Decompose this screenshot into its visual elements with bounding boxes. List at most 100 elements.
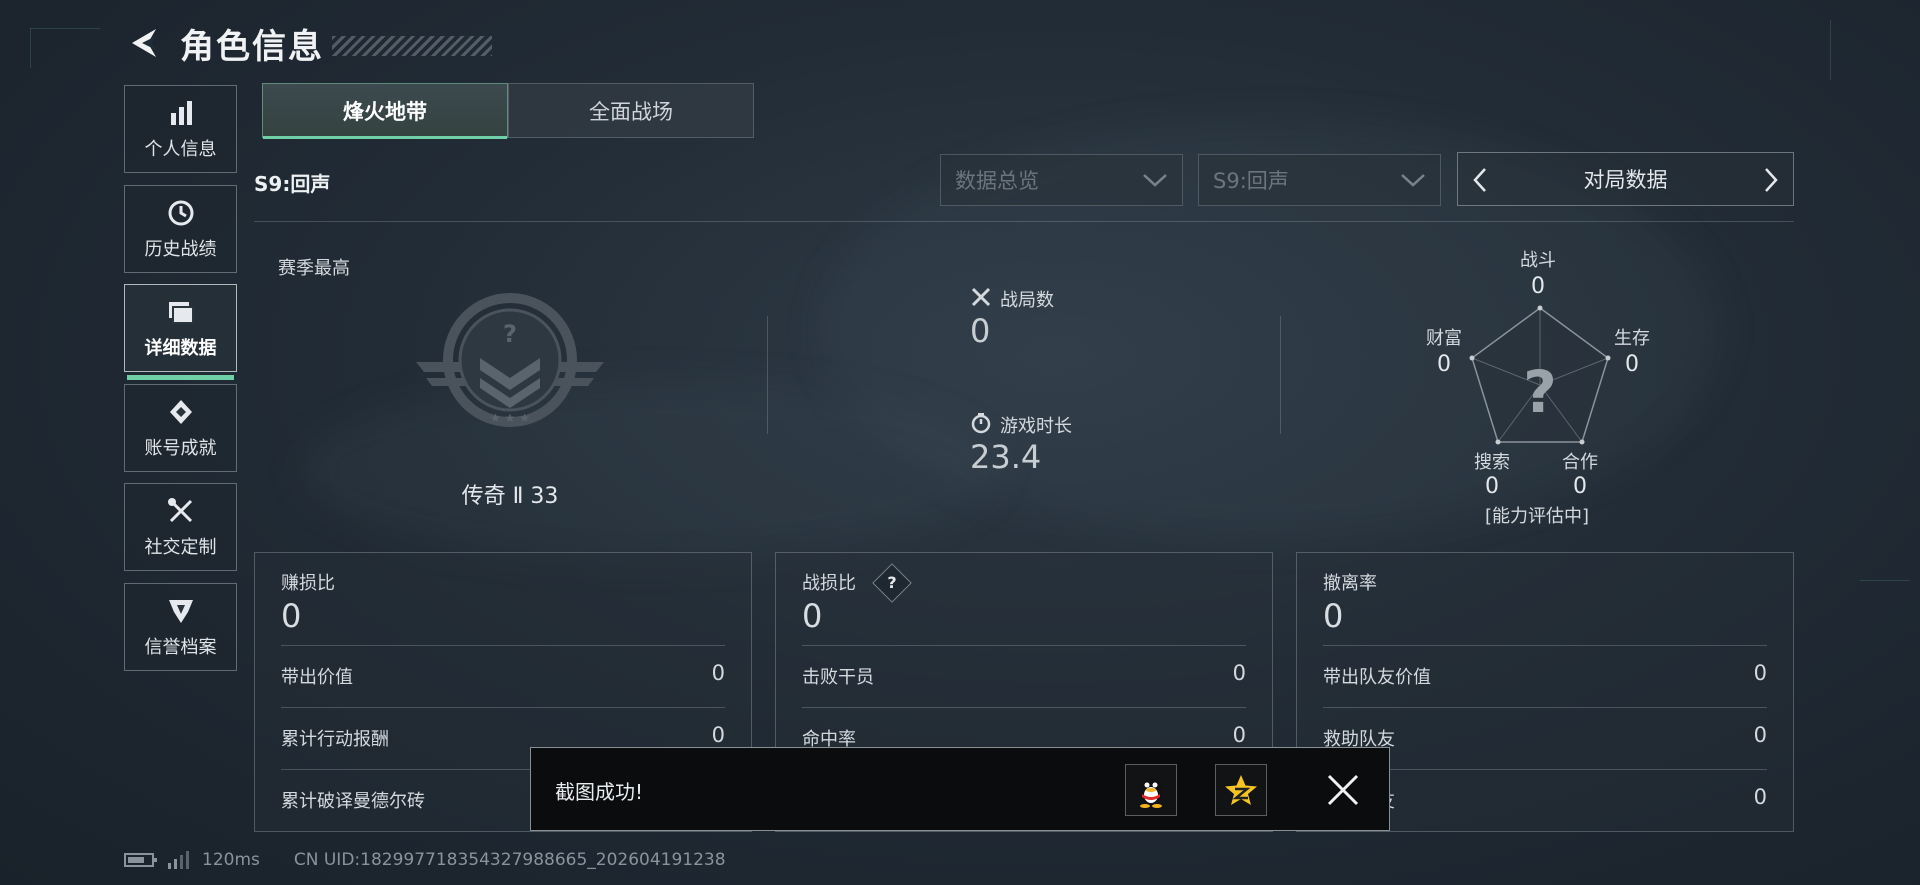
crossed-swords-icon [970,286,992,308]
qq-penguin-icon [1140,779,1162,808]
overview-dropdown[interactable]: 数据总览 [940,154,1183,206]
radar-wealth-label: 财富 [1426,328,1462,349]
divider [802,645,1246,646]
share-qq-button[interactable] [1125,764,1177,816]
sidebar-item-label: 详细数据 [144,338,217,359]
back-arrow-icon [132,29,156,57]
sidebar-item-label: 社交定制 [144,537,217,558]
sidebar-item-social[interactable]: 社交定制 [124,483,237,571]
overview-dropdown-value: 数据总览 [955,169,1039,193]
stopwatch-icon [970,412,992,434]
decor-line [1860,580,1910,581]
radar-survival-label: 生存 [1614,328,1650,349]
page-title: 角色信息 [180,26,324,67]
divider [281,645,725,646]
radar-combat-value: 0 [1531,274,1545,299]
divider [281,707,725,708]
page-header: 角色信息 [126,18,492,68]
decor-line [30,28,100,29]
ability-radar-chart: ? [1469,305,1611,445]
card-row-label: 带出队友价值 [1323,667,1431,688]
divider [1280,316,1281,434]
divider [254,221,1794,222]
card-row-value: 0 [1753,723,1767,747]
pager-label: 对局数据 [1583,168,1668,192]
playtime-value: 23.4 [970,438,1042,476]
card-row-value: 0 [1232,661,1246,685]
radar-combat-label: 战斗 [1520,250,1556,271]
achievement-icon [165,396,197,428]
divider [1323,645,1767,646]
background-smoke [300,380,1000,560]
radar-wealth-value: 0 [1437,352,1451,377]
sidebar-item-label: 个人信息 [144,139,217,160]
share-qzone-button[interactable] [1215,764,1267,816]
card-row-value: 0 [1753,661,1767,685]
help-question-icon[interactable]: ? [872,563,912,603]
divider [767,316,768,434]
season-dropdown[interactable]: S9:回声 [1198,154,1441,206]
card-value: 0 [802,597,823,635]
tools-icon [165,495,197,527]
card-row-value: 0 [1232,723,1246,747]
decor-line [30,28,31,68]
playtime-label: 游戏时长 [1000,416,1072,437]
chevron-down-icon [1401,174,1425,187]
sidebar-item-history[interactable]: 历史战绩 [124,185,237,273]
uid-text: CN UID:18299771835432798866­5_2026041912… [293,850,726,870]
sidebar-item-label: 历史战绩 [144,239,217,260]
radar-cooperation-value: 0 [1573,474,1587,499]
season-best-rank: 传奇 Ⅱ 33 [461,484,559,509]
ping-value: 120ms [202,850,260,870]
card-row-value: 0 [711,723,725,747]
tab-label: 全面战场 [589,99,673,124]
sidebar-item-personal-info[interactable]: 个人信息 [124,85,237,173]
card-row-label: 累计行动报酬 [281,729,389,750]
screenshot-toast: 截图成功! [530,747,1390,831]
tab-label: 烽火地带 [343,99,427,124]
season-label: S9:回声 [254,172,331,196]
season-dropdown-value: S9:回声 [1213,169,1289,193]
rank-emblem-icon: ? ★ ★ ★ [410,290,610,440]
divider [1323,707,1767,708]
signal-icon [168,851,189,869]
chevron-down-icon [1143,174,1167,187]
matches-label: 战局数 [1000,290,1054,311]
tab-active-underline [263,136,507,139]
sidebar-item-detailed-data[interactable]: 详细数据 [124,284,237,380]
reputation-icon [165,595,197,627]
unknown-question-icon: ? [1523,358,1557,426]
tab-warzone[interactable]: 烽火地带 [262,83,508,139]
radar-search-label: 搜索 [1474,452,1510,473]
qzone-star-icon [1225,775,1257,805]
radar-status: [能力评估中] [1484,506,1590,527]
card-row-label: 带出价值 [281,667,353,688]
card-value: 0 [281,597,302,635]
history-clock-icon [165,197,197,229]
divider [802,707,1246,708]
radar-search-value: 0 [1485,474,1499,499]
title-hatch-decor [332,36,492,56]
active-indicator [127,375,234,380]
decor-line [1830,20,1831,80]
sidebar-item-label: 账号成就 [144,438,217,459]
back-button[interactable] [126,24,164,62]
card-title: 撤离率 [1323,573,1377,594]
battery-icon [124,853,157,867]
chevron-right-icon[interactable] [1761,167,1781,193]
card-title: 战损比 [802,573,856,594]
tab-full-battlefield[interactable]: 全面战场 [508,83,754,138]
radar-survival-value: 0 [1625,352,1639,377]
bar-chart-icon [165,97,197,129]
card-row-label: 累计破译曼德尔砖 [281,791,425,812]
chevron-left-icon[interactable] [1470,167,1490,193]
card-value: 0 [1323,597,1344,635]
sidebar-item-reputation[interactable]: 信誉档案 [124,583,237,671]
sidebar-item-achievements[interactable]: 账号成就 [124,384,237,472]
card-row-value: 0 [711,661,725,685]
radar-cooperation-label: 合作 [1562,452,1598,473]
svg-text:★ ★ ★: ★ ★ ★ [490,411,530,425]
close-icon[interactable] [1323,770,1363,810]
status-bar: 120ms CN UID:18299771835432798866­5_2026… [124,848,726,872]
svg-text:?: ? [503,320,517,348]
